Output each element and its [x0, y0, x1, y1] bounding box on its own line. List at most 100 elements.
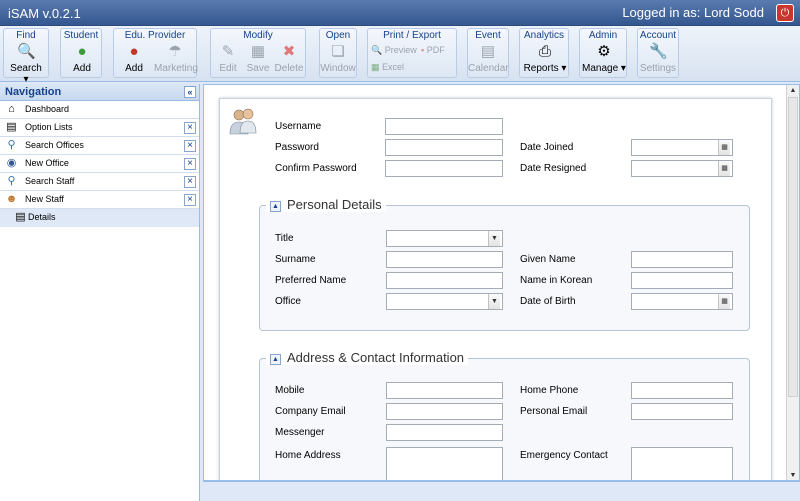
date-picker-icon[interactable]: ▦	[718, 140, 730, 155]
title-select[interactable]	[386, 230, 503, 247]
add-provider-icon: ●	[129, 43, 139, 60]
nav-item-search-staff[interactable]: ⚲ Search Staff ×	[0, 173, 199, 191]
surname-label: Surname	[275, 254, 316, 265]
confirm-password-label: Confirm Password	[275, 163, 357, 174]
nav-item-label: Search Staff	[25, 176, 75, 186]
chevron-down-icon[interactable]: ▼	[488, 294, 500, 309]
korean-name-field[interactable]	[631, 272, 733, 289]
nav-item-label: Search Offices	[25, 140, 84, 150]
magnifier-icon: 🔍	[17, 43, 36, 60]
group-event-title: Event	[475, 30, 501, 41]
status-bar	[203, 481, 800, 501]
nav-item-option-lists[interactable]: ▤ Option Lists ×	[0, 119, 199, 137]
close-icon[interactable]: ×	[184, 122, 196, 134]
username-label: Username	[275, 121, 322, 132]
given-name-field[interactable]	[631, 251, 733, 268]
password-field[interactable]	[385, 139, 503, 156]
window-label: Window	[320, 63, 356, 74]
messenger-field[interactable]	[386, 424, 503, 441]
personal-email-field[interactable]	[631, 403, 733, 420]
nav-item-new-office[interactable]: ◉ New Office ×	[0, 155, 199, 173]
manage-button[interactable]: ⚙ Manage ▾	[582, 43, 626, 74]
date-resigned-label: Date Resigned	[520, 163, 587, 174]
pencil-icon: ✎	[221, 43, 235, 60]
mobile-field[interactable]	[386, 382, 503, 399]
group-modify: Modify ✎ Edit ▦ Save ✖ Delete	[210, 28, 306, 78]
emergency-contact-field[interactable]	[631, 447, 733, 480]
excel-button[interactable]: ▦ Excel	[371, 62, 404, 73]
confirm-password-field[interactable]	[385, 160, 503, 177]
app-title: iSAM v.0.2.1	[8, 6, 81, 21]
power-icon[interactable]: ⏻	[776, 4, 794, 22]
toolbar: Find 🔍 Search ▾ Student ● Add Edu. Provide…	[0, 26, 800, 85]
close-icon[interactable]: ×	[184, 140, 196, 152]
date-of-birth-label: Date of Birth	[520, 296, 576, 307]
delete-button[interactable]: ✖ Delete	[274, 43, 304, 74]
group-find-title: Find	[16, 30, 36, 41]
nav-item-search-offices[interactable]: ⚲ Search Offices ×	[0, 137, 199, 155]
new-window-icon: ❏	[331, 43, 345, 60]
preview-button[interactable]: 🔍 Preview	[371, 45, 417, 56]
list-icon: ▤	[6, 121, 17, 133]
collapse-toggle-icon[interactable]: ▲	[270, 201, 281, 212]
add-student-button[interactable]: ● Add	[63, 43, 101, 74]
reports-button[interactable]: ⎙ Reports ▾	[522, 43, 568, 74]
delete-icon: ✖	[282, 43, 296, 60]
home-phone-label: Home Phone	[520, 385, 579, 396]
mobile-label: Mobile	[275, 385, 305, 396]
save-button[interactable]: ▦ Save	[244, 43, 272, 74]
chevron-down-icon[interactable]: ▼	[488, 231, 500, 246]
collapse-toggle-icon[interactable]: ▲	[270, 354, 281, 365]
surname-field[interactable]	[386, 251, 503, 268]
nav-item-dashboard[interactable]: ⌂ Dashboard	[0, 101, 199, 119]
calendar-label: Calendar	[468, 63, 509, 74]
username-field[interactable]	[385, 118, 503, 135]
company-email-field[interactable]	[386, 403, 503, 420]
group-find: Find 🔍 Search ▾	[3, 28, 49, 85]
contact-legend[interactable]: ▲ Address & Contact Information	[266, 350, 469, 365]
scroll-up-icon[interactable]: ▲	[788, 86, 798, 96]
nav-item-new-staff[interactable]: ☻ New Staff ×	[0, 191, 199, 209]
date-joined-label: Date Joined	[520, 142, 574, 153]
add-provider-button[interactable]: ● Add	[116, 43, 152, 74]
close-icon[interactable]: ×	[184, 158, 196, 170]
office-select[interactable]	[386, 293, 503, 310]
edit-button[interactable]: ✎ Edit	[214, 43, 242, 74]
pdf-button[interactable]: ▪ PDF	[421, 45, 445, 55]
messenger-label: Messenger	[275, 427, 325, 438]
scroll-down-icon[interactable]: ▼	[788, 471, 798, 480]
navigation-title: Navigation	[5, 86, 62, 98]
personal-email-label: Personal Email	[520, 406, 588, 417]
floppy-icon: ▦	[250, 43, 266, 60]
date-picker-icon[interactable]: ▦	[718, 161, 730, 176]
search-button[interactable]: 🔍 Search ▾	[7, 43, 45, 85]
preferred-name-field[interactable]	[386, 272, 503, 289]
collapse-icon[interactable]: «	[184, 86, 196, 98]
window-button[interactable]: ❏ Window	[320, 43, 356, 74]
group-provider: Edu. Provider ● Add ☂ Marketing	[113, 28, 198, 78]
group-modify-title: Modify	[243, 30, 273, 41]
contact-title: Address & Contact Information	[287, 350, 465, 365]
vertical-scrollbar[interactable]: ▲ ▼	[786, 85, 799, 480]
navigation-header: Navigation «	[0, 84, 199, 101]
personal-details-legend[interactable]: ▲ Personal Details	[266, 197, 386, 212]
calendar-button[interactable]: ▤ Calendar	[468, 43, 509, 74]
close-icon[interactable]: ×	[184, 194, 196, 206]
settings-button[interactable]: 🔧 Settings	[638, 43, 678, 74]
personal-details-fieldset	[259, 205, 750, 331]
nav-item-label: Details	[28, 212, 56, 222]
delete-label: Delete	[274, 63, 304, 74]
save-label: Save	[246, 63, 270, 74]
scroll-thumb[interactable]	[788, 97, 798, 397]
date-picker-icon[interactable]: ▦	[718, 294, 730, 309]
reports-label: Reports	[523, 63, 559, 74]
group-student-title: Student	[63, 30, 99, 41]
settings-label: Settings	[639, 63, 677, 74]
nav-item-details[interactable]: ▤ Details	[0, 209, 199, 227]
home-address-field[interactable]	[386, 447, 503, 480]
close-icon[interactable]: ×	[184, 176, 196, 188]
group-print: Print / Export 🔍 Preview ▪ PDF ▦ Excel	[367, 28, 457, 78]
marketing-button[interactable]: ☂ Marketing	[154, 43, 198, 74]
home-phone-field[interactable]	[631, 382, 733, 399]
main-content: Username Password Confirm Password Date …	[203, 84, 800, 481]
